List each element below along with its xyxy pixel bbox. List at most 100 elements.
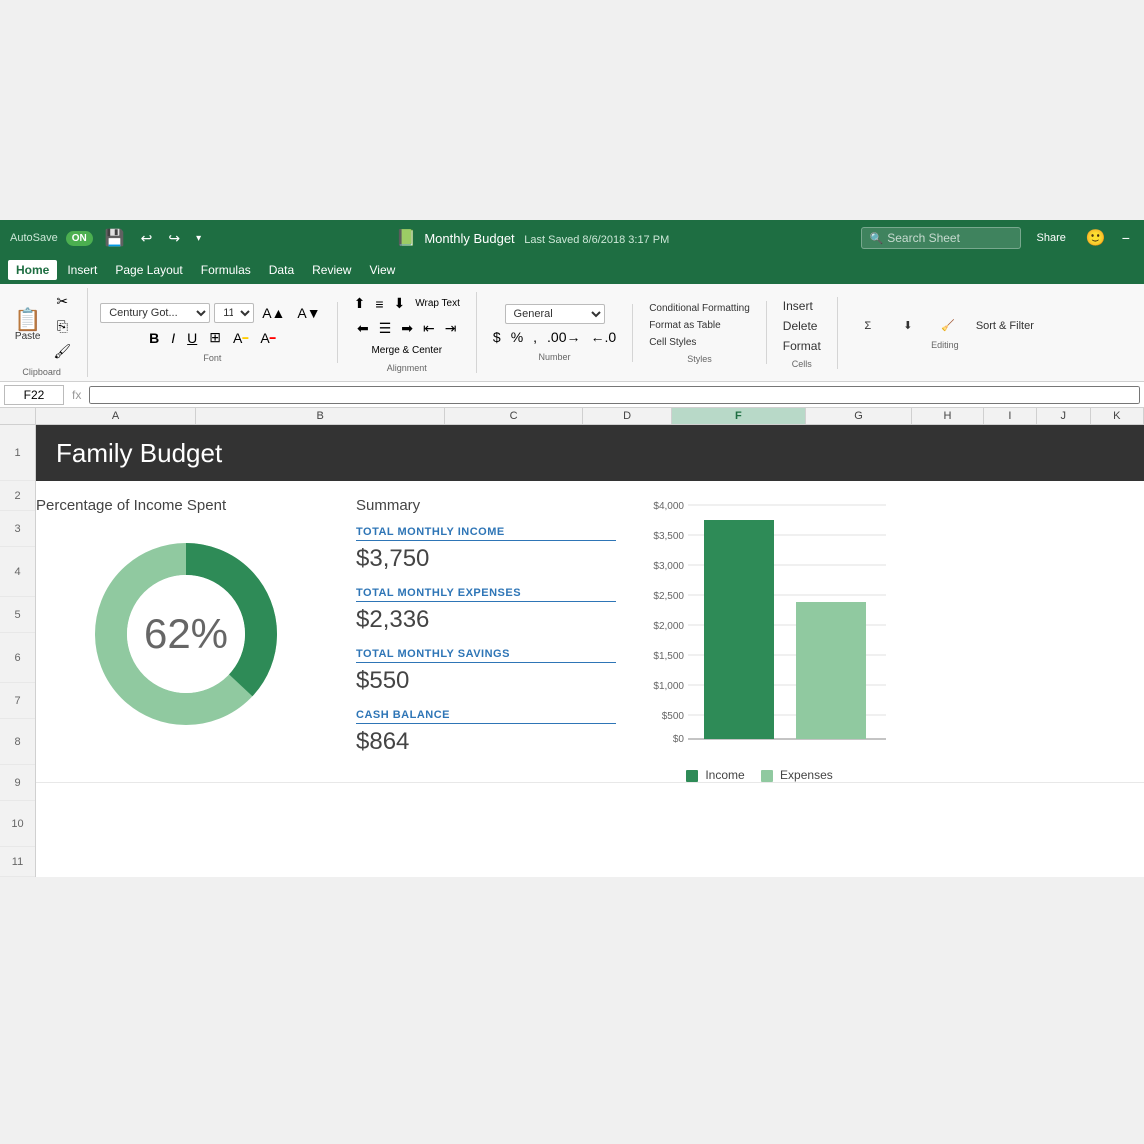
underline-button[interactable]: U [183, 327, 201, 349]
cut-button[interactable]: ✂ [49, 290, 75, 313]
menu-item-home[interactable]: Home [8, 260, 57, 280]
font-size-select[interactable]: 11 [214, 303, 254, 323]
align-bottom-button[interactable]: ⬇ [390, 292, 410, 315]
menu-item-view[interactable]: View [361, 260, 403, 280]
autosum-button[interactable]: Σ [850, 316, 886, 336]
indent-decrease-button[interactable]: ⇤ [419, 317, 439, 340]
svg-text:$4,000: $4,000 [653, 501, 684, 512]
column-headers: A B C D F G H I J K [0, 408, 1144, 425]
comma-button[interactable]: , [529, 326, 541, 348]
row-11 [36, 782, 1144, 812]
summary-expenses: TOTAL MONTHLY EXPENSES $2,336 [356, 587, 616, 634]
account-icon[interactable]: 🙂 [1082, 225, 1110, 251]
currency-button[interactable]: $ [489, 326, 505, 348]
title-bar: AutoSave ON 💾 ↩ ↪ ▾ 📗 Monthly Budget Las… [0, 220, 1144, 256]
workbook-title: Monthly Budget Last Saved 8/6/2018 3:17 … [424, 231, 669, 246]
customize-icon[interactable]: ▾ [192, 230, 205, 247]
align-left-button[interactable]: ⬅ [353, 317, 373, 340]
menu-item-insert[interactable]: Insert [59, 260, 105, 280]
undo-icon[interactable]: ↩ [137, 227, 157, 250]
summary-cash-balance: CASH BALANCE $864 [356, 709, 616, 756]
align-center-button[interactable]: ☰ [375, 317, 396, 340]
row-num-11: 11 [0, 847, 35, 877]
indent-increase-button[interactable]: ⇥ [441, 317, 461, 340]
ribbon-group-number: General $ % , .00→ ←.0 Number [489, 304, 633, 362]
income-value: $3,750 [356, 545, 616, 573]
legend-expenses: Expenses [761, 768, 833, 782]
insert-button[interactable]: Insert [779, 297, 825, 315]
fx-label: fx [68, 388, 85, 402]
col-header-g[interactable]: H [912, 408, 983, 424]
menu-item-review[interactable]: Review [304, 260, 359, 280]
redo-icon[interactable]: ↪ [164, 227, 184, 250]
col-header-f[interactable]: G [806, 408, 913, 424]
grid-content: Family Budget Percentage of Income Spent [36, 425, 1144, 877]
row-num-4: 4 [0, 547, 35, 597]
menu-item-data[interactable]: Data [261, 260, 302, 280]
row-num-5: 5 [0, 597, 35, 633]
legend-income-dot [686, 770, 698, 782]
paste-button[interactable]: 📋 Paste [8, 307, 47, 344]
row-num-7: 7 [0, 683, 35, 719]
format-as-table-button[interactable]: Format as Table [645, 318, 754, 333]
col-header-e[interactable]: F [672, 408, 805, 424]
search-box[interactable]: 🔍 [861, 227, 1021, 249]
col-header-a[interactable]: A [36, 408, 196, 424]
increase-font-button[interactable]: A▲ [258, 302, 289, 324]
summary-title: Summary [356, 497, 616, 514]
wrap-text-button[interactable]: Wrap Text [411, 295, 464, 312]
col-header-d[interactable]: D [583, 408, 672, 424]
search-input[interactable] [887, 231, 1007, 245]
merge-center-button[interactable]: Merge & Center [367, 342, 446, 359]
col-header-i[interactable]: J [1037, 408, 1090, 424]
share-button[interactable]: Share [1029, 229, 1074, 247]
cell-styles-button[interactable]: Cell Styles [645, 335, 754, 350]
ribbon-group-clipboard: 📋 Paste ✂ ⎘ 🖌 Clipboard [8, 288, 88, 377]
number-format-select[interactable]: General [505, 304, 605, 324]
conditional-formatting-button[interactable]: Conditional Formatting [645, 301, 754, 316]
title-bar-center: 📗 Monthly Budget Last Saved 8/6/2018 3:1… [396, 228, 669, 248]
summary-section: Summary TOTAL MONTHLY INCOME $3,750 TOTA… [336, 491, 616, 782]
svg-text:$500: $500 [662, 711, 685, 722]
col-header-c[interactable]: C [445, 408, 583, 424]
italic-button[interactable]: I [167, 327, 179, 349]
decrease-font-button[interactable]: A▼ [293, 302, 324, 324]
menu-item-formulas[interactable]: Formulas [193, 260, 259, 280]
title-bar-left: AutoSave ON 💾 ↩ ↪ ▾ [10, 225, 205, 251]
col-header-j[interactable]: K [1091, 408, 1144, 424]
increase-decimal-button[interactable]: .00→ [543, 326, 584, 348]
savings-label: TOTAL MONTHLY SAVINGS [356, 648, 616, 663]
chart-legend: Income Expenses [646, 768, 1144, 782]
formula-input[interactable] [89, 386, 1140, 404]
fill-color-button[interactable]: A▬ [229, 327, 252, 349]
delete-button[interactable]: Delete [779, 317, 825, 335]
align-right-button[interactable]: ➡ [397, 317, 417, 340]
align-top-button[interactable]: ⬆ [350, 292, 370, 315]
menu-item-page-layout[interactable]: Page Layout [107, 260, 190, 280]
col-header-h[interactable]: I [984, 408, 1037, 424]
sort-filter-button[interactable]: Sort & Filter [970, 316, 1040, 336]
save-icon[interactable]: 💾 [101, 225, 129, 251]
percent-button[interactable]: % [507, 326, 527, 348]
border-button[interactable]: ⊞ [205, 326, 225, 349]
format-painter-button[interactable]: 🖌 [49, 340, 75, 363]
bold-button[interactable]: B [145, 327, 163, 349]
bar-chart-svg: $4,000 $3,500 $3,000 $2,500 $2,000 $1,50… [646, 497, 906, 757]
autosave-toggle[interactable]: ON [66, 231, 93, 246]
align-middle-button[interactable]: ≡ [371, 293, 387, 315]
row-num-header [0, 408, 36, 424]
font-color-button[interactable]: A▬ [256, 327, 279, 349]
name-box[interactable] [4, 385, 64, 405]
fill-button[interactable]: ⬇ [890, 315, 926, 336]
clear-button[interactable]: 🧹 [930, 315, 966, 336]
svg-text:$0: $0 [673, 734, 685, 745]
row-num-1: 1 [0, 425, 35, 481]
minimize-icon[interactable]: − [1118, 227, 1134, 249]
format-button[interactable]: Format [779, 337, 825, 355]
copy-button[interactable]: ⎘ [49, 315, 75, 338]
ribbon: 📋 Paste ✂ ⎘ 🖌 Clipboard Century Got... 1… [0, 284, 1144, 382]
font-family-select[interactable]: Century Got... [100, 303, 210, 323]
decrease-decimal-button[interactable]: ←.0 [587, 326, 621, 348]
legend-income: Income [686, 768, 745, 782]
col-header-b[interactable]: B [196, 408, 445, 424]
